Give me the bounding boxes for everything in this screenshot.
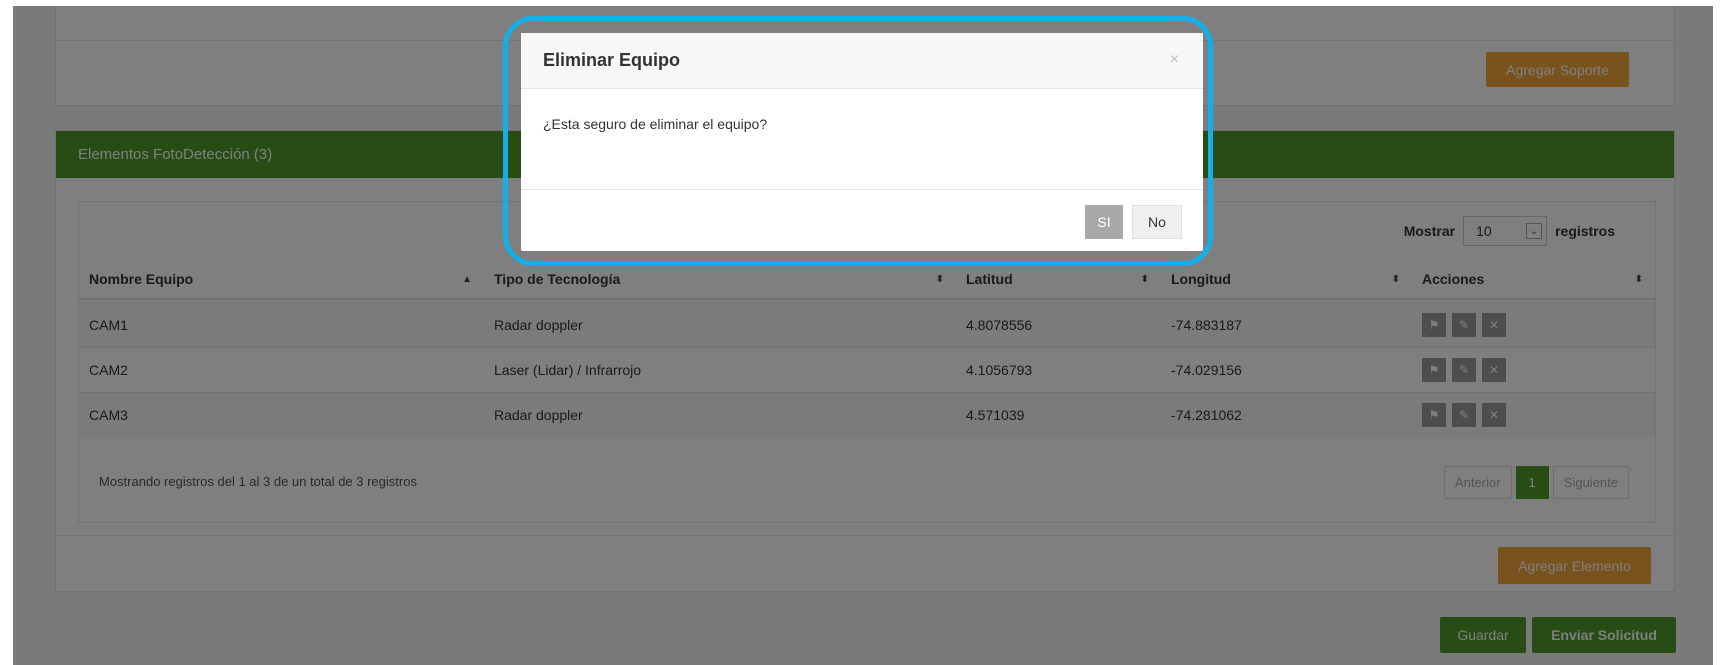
- modal-title: Eliminar Equipo: [543, 50, 681, 70]
- modal-header: Eliminar Equipo: [521, 33, 1203, 89]
- confirm-no-button[interactable]: No: [1132, 205, 1182, 239]
- page: Agregar Soporte Elementos FotoDetección …: [0, 0, 1727, 665]
- modal-message: ¿Esta seguro de eliminar el equipo?: [543, 116, 768, 132]
- close-icon[interactable]: ×: [1170, 51, 1179, 69]
- delete-modal: Eliminar Equipo × ¿Esta seguro de elimin…: [521, 33, 1203, 251]
- confirm-yes-button[interactable]: SI: [1085, 205, 1123, 239]
- modal-footer: SI No: [521, 189, 1203, 251]
